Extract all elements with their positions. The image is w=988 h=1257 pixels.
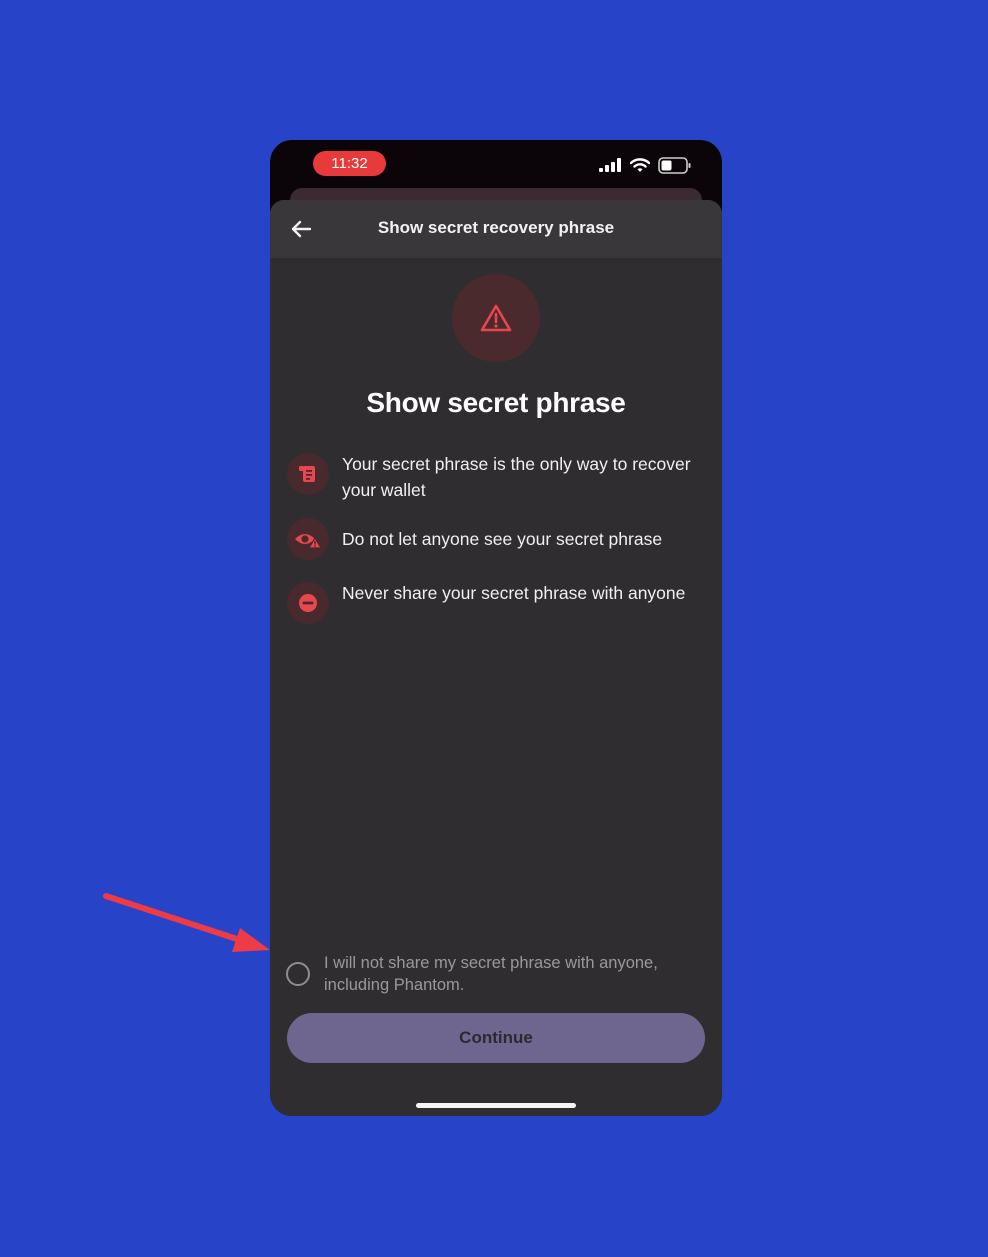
item-text: Never share your secret phrase with anyo… — [342, 583, 686, 603]
acknowledge-checkbox[interactable]: I will not share my secret phrase with a… — [286, 950, 706, 1000]
warning-triangle-icon — [480, 304, 512, 332]
page-title: Show secret recovery phrase — [377, 218, 615, 237]
status-time: 11:32 — [313, 151, 386, 176]
item-icon-badge — [287, 518, 329, 560]
item-icon-badge — [287, 582, 329, 624]
info-item-see: Do not let anyone see your secret phrase — [287, 518, 707, 560]
warning-badge — [452, 274, 540, 362]
battery-icon — [658, 156, 691, 174]
scroll-document-icon — [299, 466, 315, 482]
bottom-sheet: Show secret recovery phrase Show secret … — [270, 200, 722, 1116]
annotation-arrow-icon — [103, 893, 270, 952]
info-item-recover: Your secret phrase is the only way to re… — [287, 453, 707, 513]
signal-icon — [599, 158, 621, 172]
nav-bar: Show secret recovery phrase — [270, 200, 722, 258]
status-bar: 11:32 — [270, 140, 722, 188]
home-indicator — [416, 1103, 576, 1108]
eye-warning-icon — [295, 534, 322, 549]
checkbox-circle[interactable] — [286, 962, 310, 986]
info-item-share: Never share your secret phrase with anyo… — [287, 582, 707, 642]
no-entry-icon — [299, 594, 317, 612]
heading: Show secret phrase — [366, 387, 626, 418]
checkbox-label: I will not share my secret phrase with a… — [324, 954, 658, 994]
wifi-icon — [630, 157, 650, 172]
item-text: Your secret phrase is the only way to re… — [342, 454, 691, 500]
continue-button[interactable]: Continue — [287, 1013, 705, 1063]
item-text: Do not let anyone see your secret phrase — [342, 529, 663, 549]
item-icon-badge — [287, 453, 329, 495]
status-icons — [598, 156, 692, 174]
phone-screen: 11:32 Show secret recovery phrase Show s… — [270, 140, 722, 1116]
